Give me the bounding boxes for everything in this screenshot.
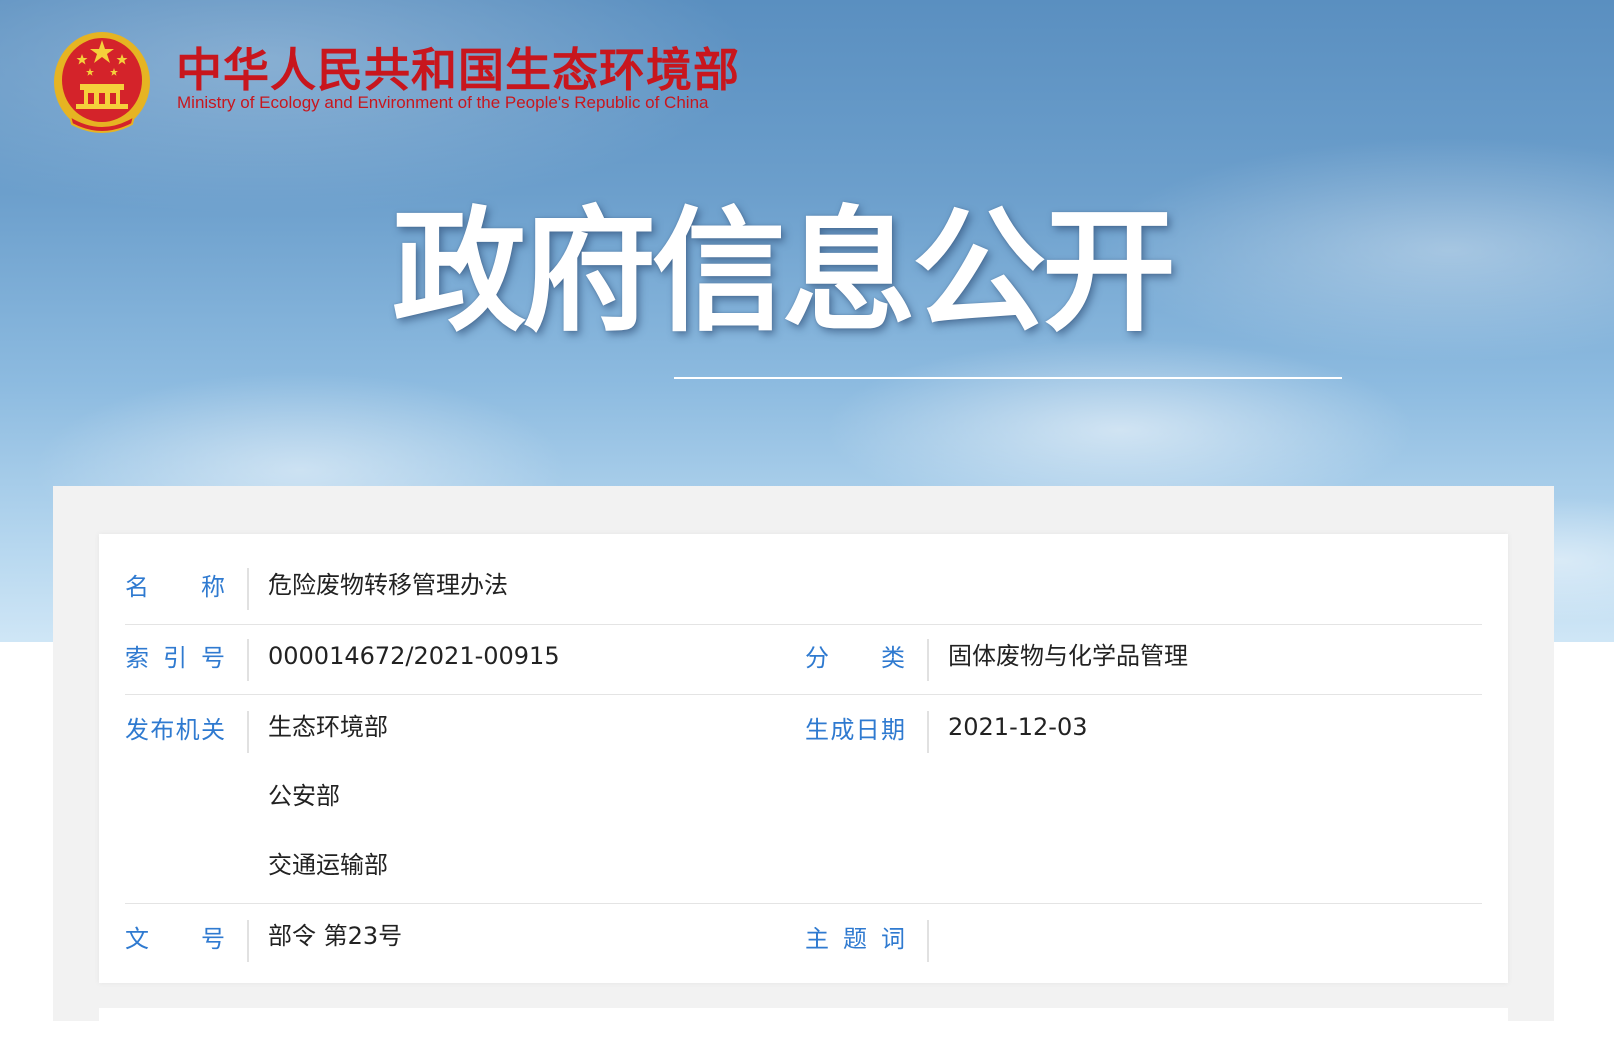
metadata-card: 名称 危险废物转移管理办法 索引号 000014672/2021-00915 分…	[99, 534, 1508, 983]
index-value: 000014672/2021-00915	[268, 642, 560, 670]
docno-value: 部令 第23号	[268, 922, 403, 950]
metadata-row-name: 名称 危险废物转移管理办法	[125, 554, 1482, 625]
index-label: 索引号	[125, 644, 225, 672]
name-value: 危险废物转移管理办法	[268, 571, 508, 599]
divider	[247, 568, 249, 610]
divider	[247, 711, 249, 753]
docno-label: 文号	[125, 925, 225, 953]
category-value: 固体废物与化学品管理	[948, 642, 1188, 670]
content-card	[99, 1008, 1508, 1048]
metadata-row-index: 索引号 000014672/2021-00915 分类 固体废物与化学品管理	[125, 625, 1482, 695]
org-name-en[interactable]: Ministry of Ecology and Environment of t…	[177, 93, 708, 113]
category-label: 分类	[805, 644, 905, 672]
keywords-label: 主题词	[805, 925, 905, 953]
metadata-row-docno: 文号 部令 第23号 主题词	[125, 904, 1482, 974]
date-value: 2021-12-03	[948, 713, 1088, 741]
banner-title: 政府信息公开	[392, 194, 1176, 350]
org-name-cn[interactable]: 中华人民共和国生态环境部	[176, 34, 740, 100]
content-panel: 名称 危险废物转移管理办法 索引号 000014672/2021-00915 分…	[53, 486, 1554, 1048]
divider	[927, 920, 929, 962]
divider	[927, 711, 929, 753]
divider	[247, 639, 249, 681]
national-emblem-icon[interactable]	[52, 24, 152, 134]
divider	[927, 639, 929, 681]
divider	[247, 920, 249, 962]
issuer-value: 交通运输部	[268, 851, 388, 879]
issuer-value: 公安部	[268, 782, 340, 810]
issuer-value: 生态环境部	[268, 713, 388, 741]
banner-underline	[674, 377, 1342, 379]
issuer-label: 发布机关	[125, 716, 225, 744]
metadata-row-issuer: 发布机关 生态环境部 公安部 交通运输部 生成日期 2021-12-03	[125, 695, 1482, 904]
name-label: 名称	[125, 573, 225, 601]
date-label: 生成日期	[805, 716, 905, 744]
